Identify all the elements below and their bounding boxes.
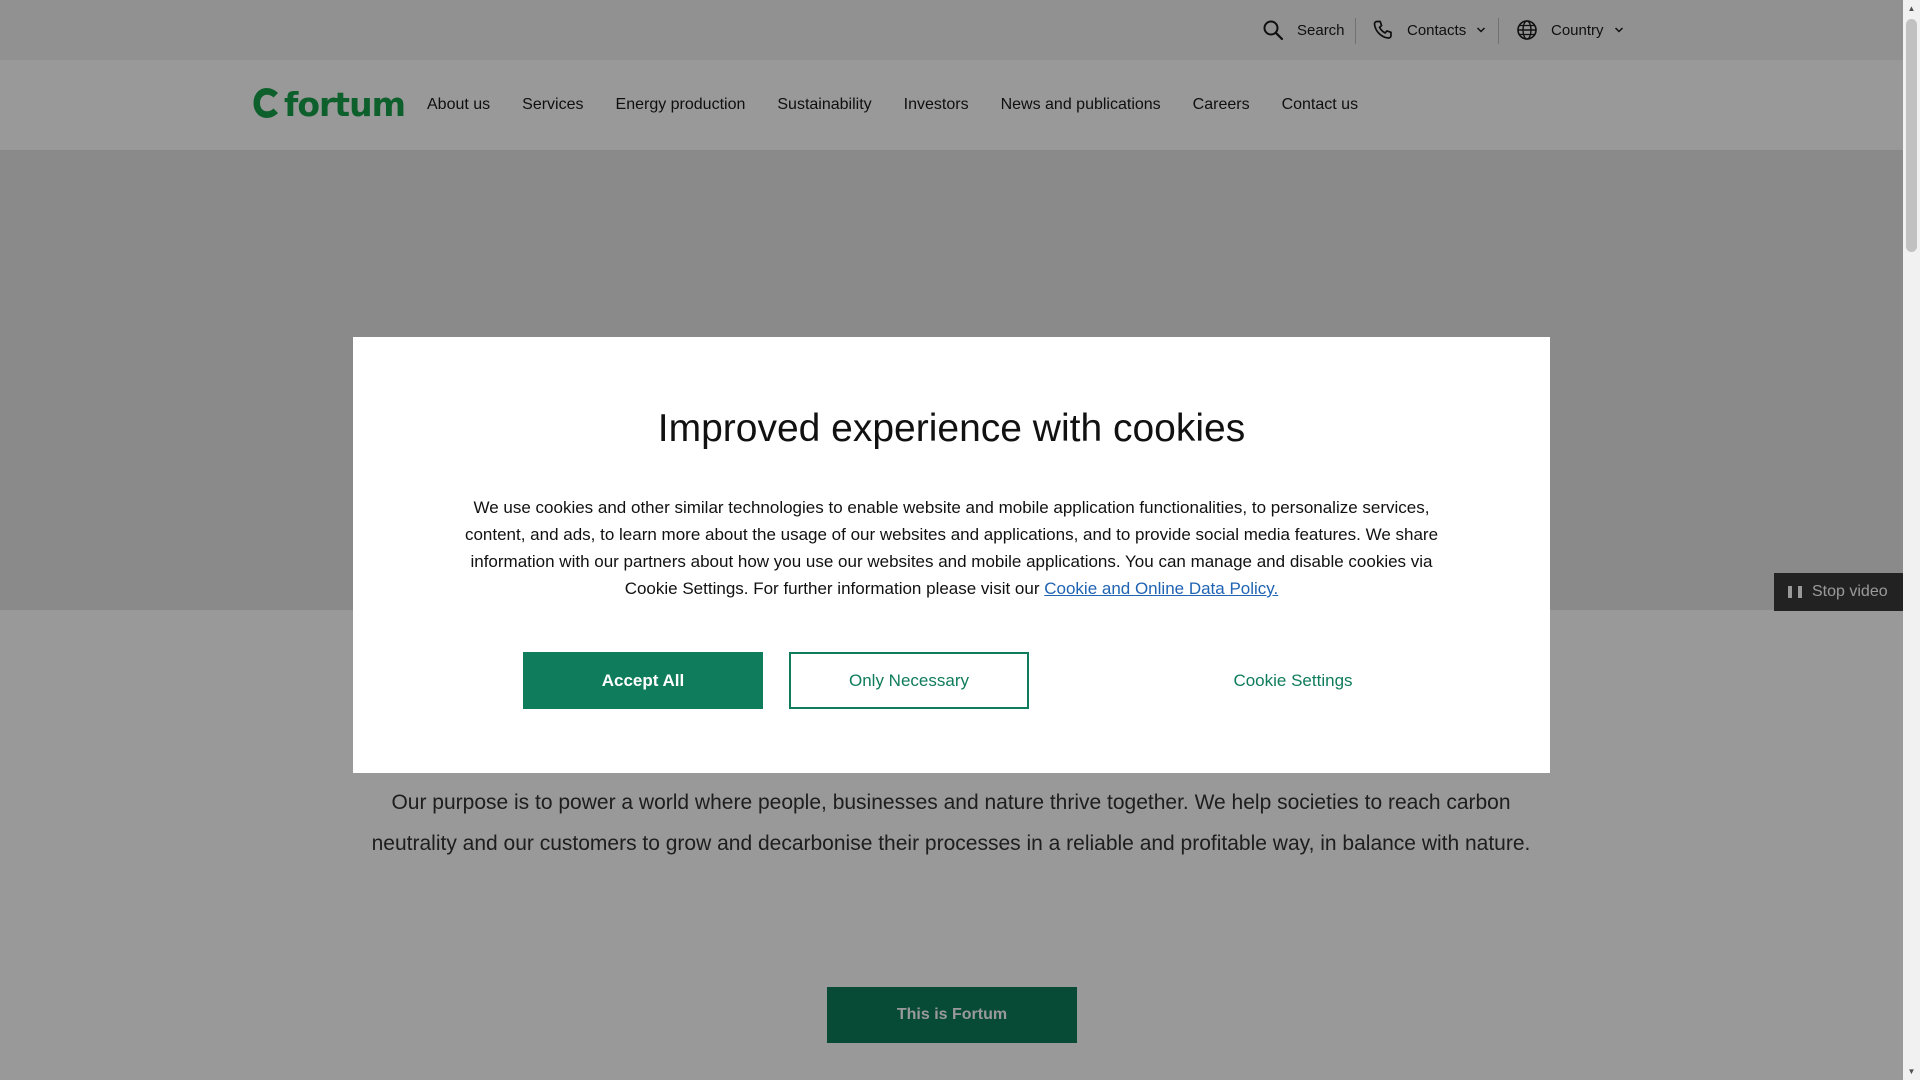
cookie-body-text: We use cookies and other similar technol…	[464, 498, 1439, 598]
page: Search Contacts Country fortum About us …	[0, 0, 1920, 1080]
accept-all-button[interactable]: Accept All	[523, 652, 763, 709]
cookie-settings-button[interactable]: Cookie Settings	[1173, 652, 1413, 709]
cookie-policy-link[interactable]: Cookie and Online Data Policy.	[1044, 579, 1278, 598]
only-necessary-button[interactable]: Only Necessary	[789, 652, 1029, 709]
scrollbar-thumb[interactable]	[1906, 19, 1917, 252]
cookie-dialog-body: We use cookies and other similar technol…	[453, 494, 1450, 602]
scroll-down-icon[interactable]: ▼	[1903, 1063, 1920, 1080]
cookie-dialog-title: Improved experience with cookies	[657, 407, 1246, 450]
scroll-up-icon[interactable]: ▲	[1903, 0, 1920, 17]
cookie-consent-dialog: Improved experience with cookies We use …	[353, 337, 1550, 773]
page-scrollbar[interactable]: ▲ ▼	[1903, 0, 1920, 1080]
